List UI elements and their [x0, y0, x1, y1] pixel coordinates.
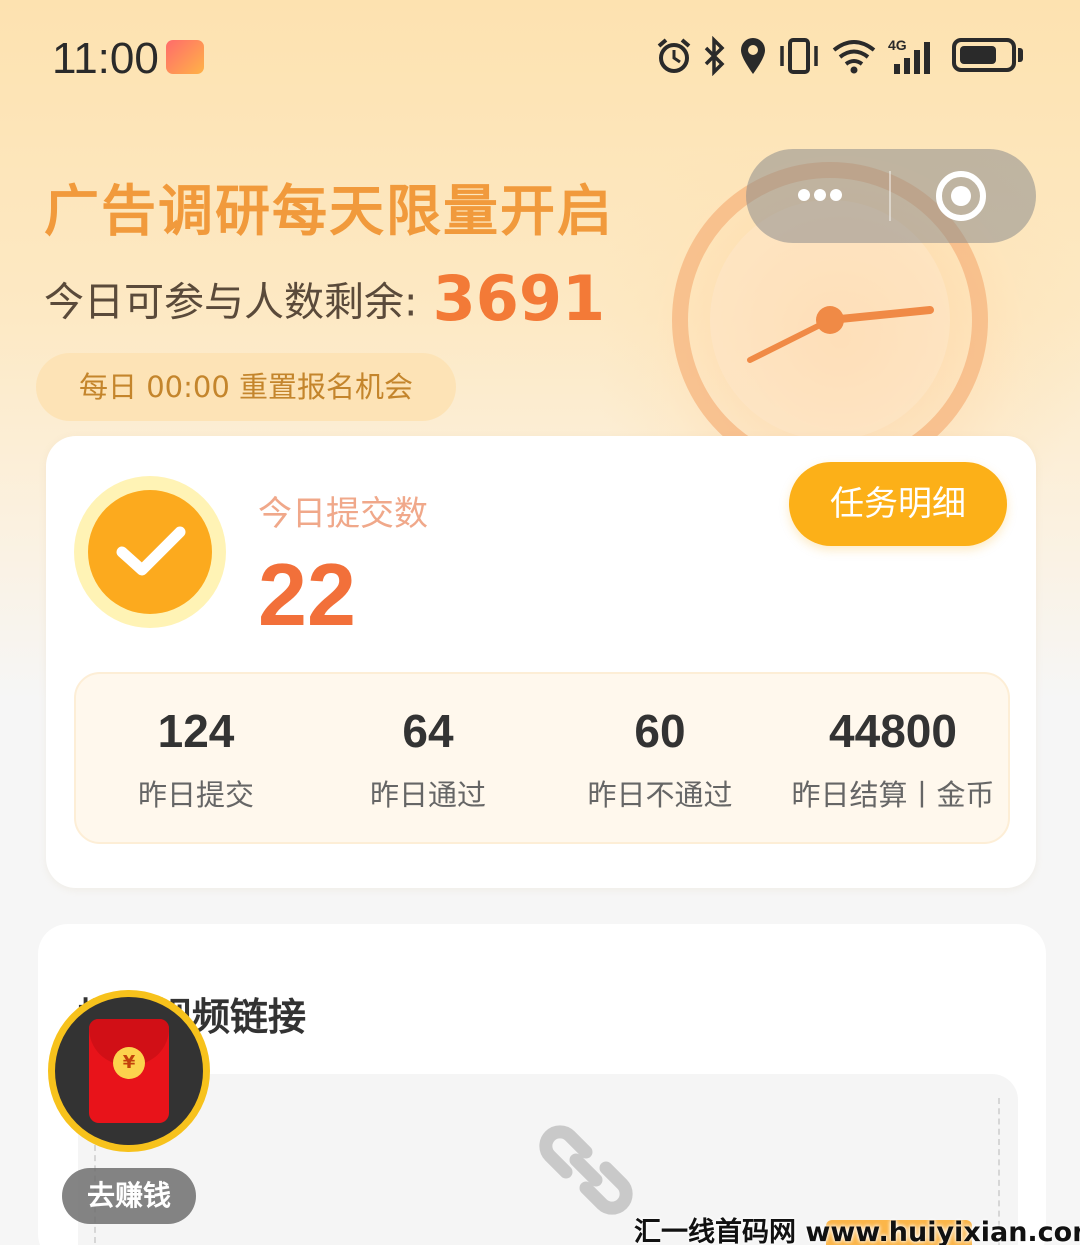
yesterday-stats: 124 昨日提交 64 昨日通过 60 昨日不通过 44800 昨日结算丨金币: [74, 672, 1010, 844]
battery-tip: [1018, 48, 1023, 62]
svg-text:4G: 4G: [888, 37, 907, 53]
stat-yesterday-submitted: 124 昨日提交: [116, 704, 276, 814]
remain-count: 3691: [432, 262, 606, 335]
bluetooth-icon: [704, 36, 725, 76]
battery-level: [960, 46, 996, 64]
battery-icon: [952, 38, 1016, 72]
today-submit-count: 22: [258, 545, 356, 644]
today-submit-label: 今日提交数: [258, 494, 428, 534]
stat-yesterday-passed: 64 昨日通过: [348, 704, 508, 814]
go-earn-button[interactable]: 去赚钱: [62, 1168, 196, 1224]
close-target-icon[interactable]: [936, 171, 986, 221]
hero-title: 广告调研每天限量开启: [44, 179, 615, 243]
mini-program-capsule: [746, 149, 1036, 243]
app-notification-icon: [166, 40, 204, 74]
watermark: 汇一线首码网 www.huiyixian.com: [634, 1217, 1080, 1245]
remain-label: 今日可参与人数剩余:: [44, 279, 418, 326]
check-icon: [116, 526, 186, 576]
reset-note: 每日 00:00 重置报名机会: [36, 353, 456, 421]
link-icon: [539, 1125, 633, 1215]
stat-label: 昨日不通过: [587, 778, 733, 812]
check-badge: [74, 476, 226, 628]
status-time: 11:00: [52, 34, 159, 83]
stat-label: 昨日结算丨金币: [791, 778, 995, 812]
wifi-icon: [832, 40, 876, 74]
stat-label: 昨日提交: [137, 778, 254, 812]
remain-line: 今日可参与人数剩余: 3691: [44, 262, 605, 335]
stat-value: 64: [402, 705, 454, 757]
task-detail-button[interactable]: 任务明细: [789, 462, 1007, 546]
more-dots-icon[interactable]: [798, 189, 842, 203]
red-packet-icon: ¥: [89, 1019, 169, 1123]
stat-value: 124: [157, 705, 235, 757]
stat-label: 昨日通过: [369, 778, 486, 812]
signal-4g-icon: 4G: [888, 37, 930, 74]
status-bar: 11:00 4G: [0, 0, 1080, 115]
red-packet-float[interactable]: ¥: [48, 990, 210, 1152]
stats-card: 今日提交数 22 任务明细 124 昨日提交 64 昨日通过 60 昨日不通过 …: [46, 436, 1036, 888]
capsule-divider: [889, 171, 891, 221]
vibrate-icon: [780, 38, 818, 74]
stat-yesterday-failed: 60 昨日不通过: [566, 704, 754, 814]
location-icon: [741, 38, 765, 74]
coin-icon: ¥: [113, 1047, 145, 1079]
alarm-icon: [657, 38, 691, 73]
stat-value: 44800: [829, 705, 957, 757]
stat-value: 60: [634, 705, 686, 757]
stat-yesterday-settled: 44800 昨日结算丨金币: [780, 704, 1006, 814]
